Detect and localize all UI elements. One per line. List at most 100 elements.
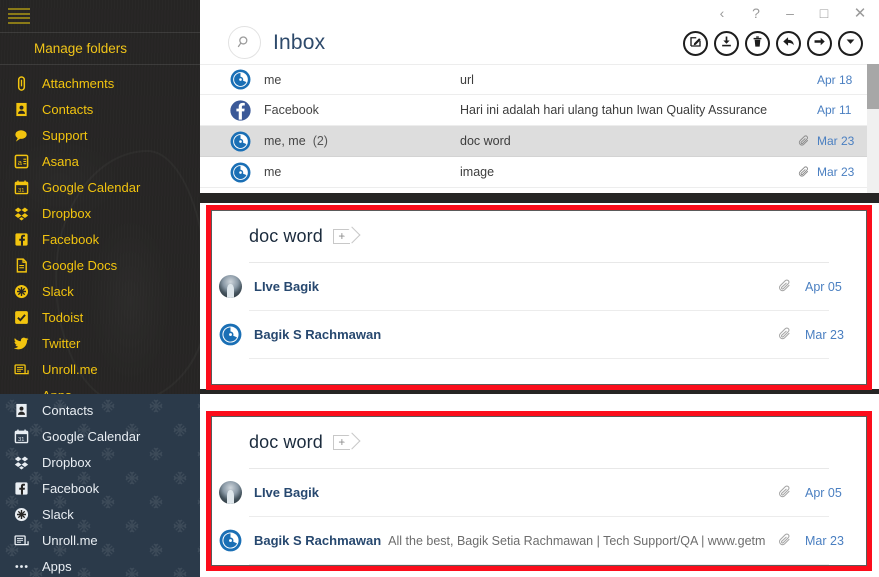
sidebar-item-label: Slack [42,283,74,299]
sidebar-item-label: Asana [42,153,79,169]
panel-message-row[interactable]: Bagik S Rachmawan Mar 23 [211,311,867,358]
sidebar-item-unroll-me[interactable]: Unroll.me [0,356,200,382]
message-subject: url [460,72,474,87]
calendar-icon [10,427,32,445]
header-left: Inbox [228,26,325,59]
message-list-row[interactable]: Facebook Hari ini adalah hari ulang tahun… [200,95,879,126]
background-strip-upper [200,193,879,203]
conversation-panel-2: doc word + LIve Bagik Apr 05 Bagik S Rachmaw… [206,411,872,571]
sidebar-bottom-list: Contacts Google Calendar Dropbox Facebook Sl… [0,397,200,577]
calendar-icon [10,178,32,196]
compose-pencil-icon [688,34,703,54]
sidebar-top-list: Attachments Contacts Support Asana Google Ca… [0,70,200,394]
facebook-avatar-icon [230,100,251,121]
message-sender-name: me, me [264,134,306,148]
attachment-paperclip-icon [765,327,805,342]
sidebar-item-google-calendar[interactable]: Google Calendar [0,423,200,449]
panel-title: doc word [249,225,323,246]
dropbox-icon [10,453,32,471]
forward-arrow-icon [812,34,827,54]
sidebar-item-label: Dropbox [42,454,92,470]
message-sender: Facebook [264,103,460,117]
message-list-row[interactable]: me, me (2) doc word Mar 23 [200,126,879,157]
sidebar-item-contacts[interactable]: Contacts [0,96,200,122]
sidebar-item-todoist[interactable]: Todoist [0,304,200,330]
sidebar-item-apps[interactable]: Apps [0,382,200,394]
mailbird-avatar-icon [230,69,251,90]
sidebar-item-slack[interactable]: Slack [0,501,200,527]
reply-arrow-icon [781,34,796,54]
message-sender: me [264,165,460,179]
back-button[interactable]: ‹ [705,0,739,26]
panel-message-sender: Bagik S Rachmawan [254,533,382,548]
photo-avatar [219,275,242,298]
delete-button[interactable] [745,31,770,56]
dropbox-icon [10,204,32,222]
main-content: ‹? – □ ✕ Inbox me url Apr 18 Facebook Hari ini … [200,0,879,577]
message-list-row[interactable]: me url Apr 18 [200,64,879,95]
sidebar-item-slack[interactable]: Slack [0,278,200,304]
facebook-icon [10,230,32,248]
sidebar-manage-folders-label: Manage folders [34,40,128,56]
panel-message-row[interactable]: Bagik S Rachmawan All the best, Bagik Set… [211,517,867,564]
panel-row-separator [249,358,829,359]
panel-row-separator [249,564,829,565]
archive-button[interactable] [714,31,739,56]
mailbird-avatar-icon [230,162,251,183]
forward-button[interactable] [807,31,832,56]
chevron-down-icon [843,34,858,54]
hamburger-menu-icon[interactable] [8,8,30,24]
scrollbar-thumb[interactable] [867,64,879,109]
paperclip-icon [10,74,32,92]
panel-header: doc word + [211,210,867,262]
asana-icon [10,152,32,170]
apps-dots-icon [10,557,32,575]
panel-message-sender: Bagik S Rachmawan [254,327,382,342]
sidebar-item-apps[interactable]: Apps [0,553,200,577]
sidebar-item-facebook[interactable]: Facebook [0,226,200,252]
maximize-button[interactable]: □ [807,0,841,26]
panel-message-row[interactable]: LIve Bagik Apr 05 [211,469,867,516]
message-list-scrollbar[interactable] [867,64,879,194]
sidebar-item-asana[interactable]: Asana [0,148,200,174]
mailbird-avatar-icon [230,131,251,152]
header-action-buttons [683,31,863,56]
compose-button[interactable] [683,31,708,56]
sidebar-divider-bottom [0,64,200,65]
attachment-paperclip-icon [791,166,817,179]
sidebar-item-google-calendar[interactable]: Google Calendar [0,174,200,200]
unrollme-icon [10,360,32,378]
minimize-button[interactable]: – [773,0,807,26]
sidebar-item-attachments[interactable]: Attachments [0,70,200,96]
sidebar-item-label: Attachments [42,75,115,91]
sidebar-item-support[interactable]: Support [0,122,200,148]
sidebar-item-google-docs[interactable]: Google Docs [0,252,200,278]
panel-message-row[interactable]: LIve Bagik Apr 05 [211,263,867,310]
reply-button[interactable] [776,31,801,56]
search-magnifier-icon[interactable] [228,26,261,59]
message-list-row[interactable]: me image Mar 23 [200,157,879,188]
sidebar-item-twitter[interactable]: Twitter [0,330,200,356]
sidebar-item-contacts[interactable]: Contacts [0,397,200,423]
more-button[interactable] [838,31,863,56]
panel-message-date: Apr 05 [805,485,842,500]
add-tag-button[interactable]: + [332,228,350,244]
sidebar-item-facebook[interactable]: Facebook [0,475,200,501]
sidebar-item-unroll-me[interactable]: Unroll.me [0,527,200,553]
message-sender-name: me [264,165,282,179]
sidebar-item-dropbox[interactable]: Dropbox [0,449,200,475]
help-button[interactable]: ? [739,0,773,26]
message-sender: me [264,73,460,87]
add-tag-button[interactable]: + [332,434,350,450]
attachment-paperclip-icon [791,135,817,148]
conversation-panel-1: doc word + LIve Bagik Apr 05 Bagik S Rachmaw… [206,205,872,390]
sidebar-item-dropbox[interactable]: Dropbox [0,200,200,226]
window-controls: ‹? – □ ✕ [705,0,879,26]
panel-message-sender: LIve Bagik [254,485,320,500]
sidebar-manage-folders[interactable]: Manage folders [0,33,200,63]
facebook-icon [10,479,32,497]
sidebar-item-label: Facebook [42,231,100,247]
page-title: Inbox [273,30,326,54]
close-button[interactable]: ✕ [841,0,879,26]
sidebar-item-label: Contacts [42,101,94,117]
